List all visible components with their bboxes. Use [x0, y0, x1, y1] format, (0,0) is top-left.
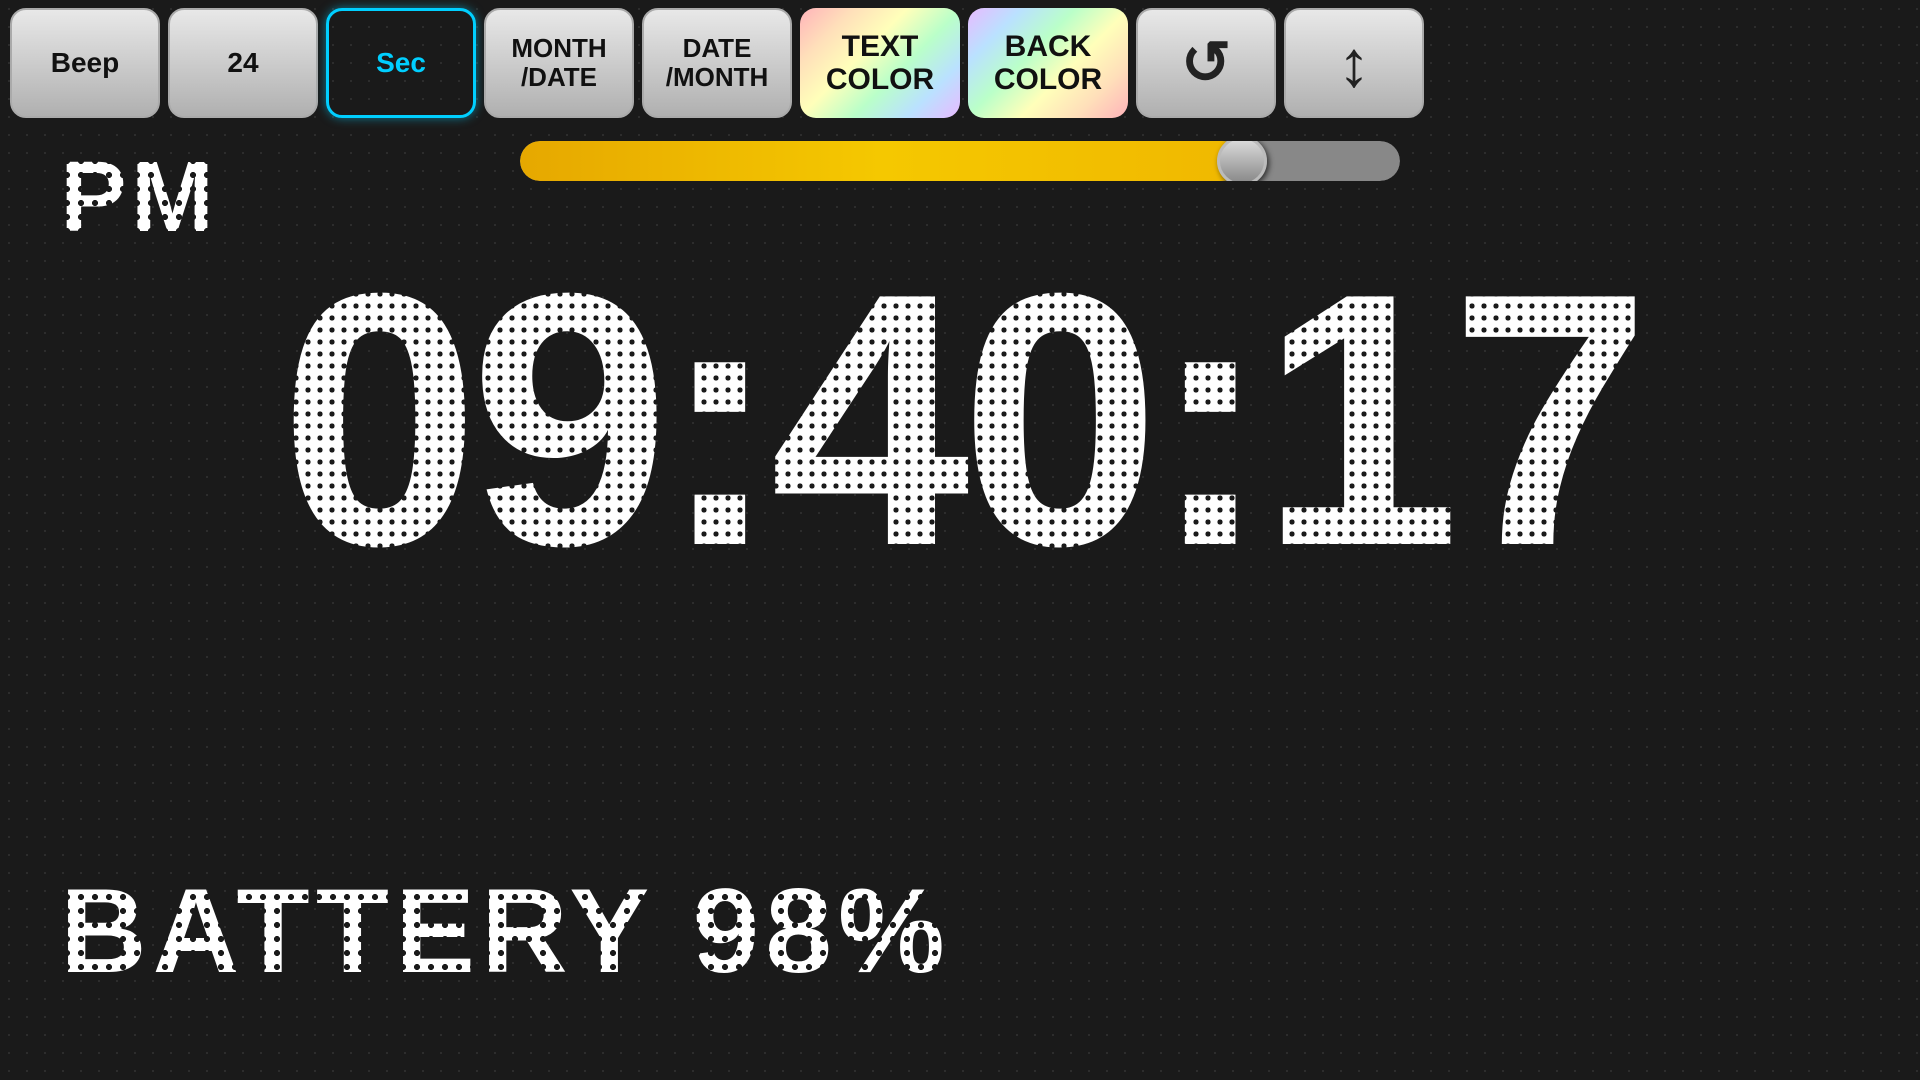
color-slider[interactable]: [520, 141, 1400, 181]
sec-button[interactable]: Sec: [326, 8, 476, 118]
slider-thumb[interactable]: [1217, 141, 1267, 181]
beep-button[interactable]: Beep: [10, 8, 160, 118]
date-month-label: DATE/MONTH: [666, 34, 769, 91]
date-month-button[interactable]: DATE/MONTH: [642, 8, 792, 118]
rotate-button[interactable]: ↺: [1136, 8, 1276, 118]
month-date-button[interactable]: MONTH/DATE: [484, 8, 634, 118]
period-label: PM: [60, 140, 218, 255]
updown-icon: ↕: [1338, 31, 1371, 96]
hours-label: 24: [227, 48, 258, 79]
rotate-icon: ↺: [1181, 33, 1231, 93]
battery-label: BATTERY 98%: [60, 862, 951, 1000]
slider-fill: [520, 141, 1242, 181]
clock-time-display: 09:40:17: [50, 240, 1870, 600]
back-color-button[interactable]: BACKCOLOR: [968, 8, 1128, 118]
month-date-label: MONTH/DATE: [511, 34, 606, 91]
hours-button[interactable]: 24: [168, 8, 318, 118]
color-slider-area: [0, 131, 1920, 191]
text-color-button[interactable]: TEXTCOLOR: [800, 8, 960, 118]
updown-button[interactable]: ↕: [1284, 8, 1424, 118]
sec-label: Sec: [376, 48, 426, 79]
toolbar: Beep 24 Sec MONTH/DATE DATE/MONTH TEXTCO…: [0, 0, 1920, 126]
beep-label: Beep: [51, 48, 119, 79]
text-color-label: TEXTCOLOR: [826, 30, 934, 96]
back-color-label: BACKCOLOR: [994, 30, 1102, 96]
